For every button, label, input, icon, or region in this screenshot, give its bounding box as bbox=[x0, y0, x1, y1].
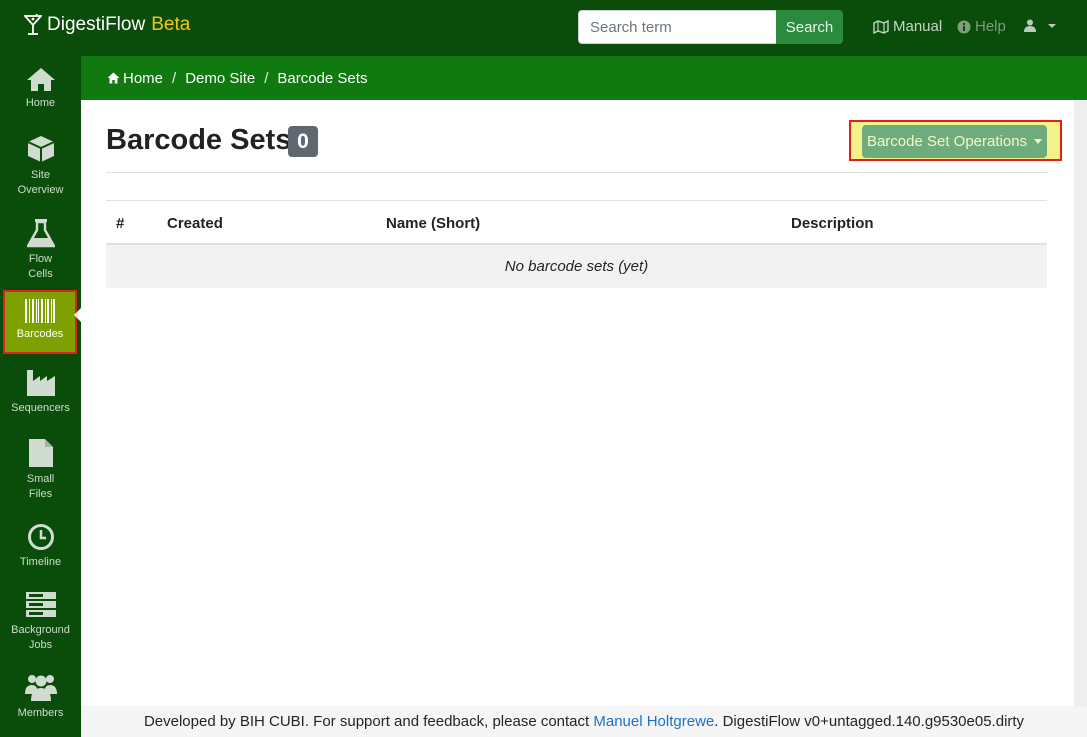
brand-beta-tag: Beta bbox=[151, 14, 191, 35]
user-menu-dropdown[interactable] bbox=[1024, 19, 1062, 32]
clock-icon bbox=[27, 524, 54, 550]
barcode-icon bbox=[25, 299, 55, 323]
sidebar-item-background-jobs[interactable]: Background Jobs bbox=[0, 591, 81, 653]
sidebar-item-members[interactable]: Members bbox=[0, 672, 81, 721]
caret-down-icon bbox=[1034, 139, 1043, 144]
heading-divider bbox=[106, 172, 1048, 173]
footer-suffix: . DigestiFlow v0+untagged.140.g9530e05.d… bbox=[714, 713, 1025, 730]
sidebar-label: Small bbox=[26, 473, 55, 485]
users-icon bbox=[24, 675, 57, 701]
search-button[interactable]: Search bbox=[776, 10, 843, 44]
sidebar-label: Barcodes bbox=[16, 328, 64, 340]
help-label: Help bbox=[975, 18, 1006, 35]
home-icon bbox=[107, 72, 120, 84]
file-icon bbox=[28, 439, 53, 467]
column-header-description[interactable]: Description bbox=[791, 215, 874, 232]
brand-name: DigestiFlow bbox=[47, 14, 146, 35]
user-icon bbox=[1024, 19, 1036, 32]
sidebar-item-flow-cells[interactable]: Flow Cells bbox=[0, 218, 81, 282]
breadcrumb-site-link[interactable]: Demo Site bbox=[185, 70, 255, 87]
sidebar-item-home[interactable]: Home bbox=[0, 66, 81, 111]
top-navbar: DigestiFlow Beta Search Manual Help bbox=[0, 0, 1087, 56]
sidebar-label: Files bbox=[28, 488, 53, 500]
home-icon bbox=[26, 68, 55, 91]
sidebar-label: Site bbox=[31, 169, 50, 181]
help-link[interactable]: Help bbox=[957, 18, 1006, 35]
operations-label: Barcode Set Operations bbox=[866, 133, 1028, 150]
sidebar: Home Site Overview Flow Cells Barcodes S… bbox=[0, 56, 82, 737]
breadcrumb-home-link[interactable]: Home bbox=[123, 70, 163, 87]
column-header-name[interactable]: Name (Short) bbox=[386, 215, 480, 232]
breadcrumb: Home / Demo Site / Barcode Sets bbox=[81, 56, 1087, 100]
map-icon bbox=[873, 19, 889, 34]
sidebar-label: Members bbox=[17, 707, 64, 719]
table-header: # Created Name (Short) Description bbox=[106, 201, 1047, 245]
count-badge: 0 bbox=[288, 126, 318, 157]
breadcrumb-current: Barcode Sets bbox=[277, 69, 368, 87]
sidebar-label: Timeline bbox=[19, 556, 62, 568]
server-icon bbox=[25, 592, 56, 617]
cube-icon bbox=[27, 136, 54, 162]
breadcrumb-separator: / bbox=[264, 69, 269, 87]
active-indicator-caret bbox=[74, 307, 82, 323]
sidebar-label: Sequencers bbox=[11, 402, 70, 414]
sidebar-item-barcodes-content: Barcodes bbox=[3, 299, 77, 342]
footer: Developed by BIH CUBI. For support and f… bbox=[81, 706, 1087, 737]
sidebar-item-sequencers[interactable]: Sequencers bbox=[0, 369, 81, 416]
page-title: Barcode Sets bbox=[106, 124, 292, 156]
search-input[interactable] bbox=[578, 10, 777, 44]
column-header-created[interactable]: Created bbox=[167, 215, 223, 232]
cocktail-icon bbox=[24, 14, 42, 35]
sidebar-label: Home bbox=[25, 97, 56, 109]
info-circle-icon bbox=[957, 20, 971, 33]
barcode-sets-table: # Created Name (Short) Description No ba… bbox=[106, 200, 1047, 288]
sidebar-item-timeline[interactable]: Timeline bbox=[0, 523, 81, 570]
chevron-down-icon bbox=[1048, 23, 1056, 28]
manual-label: Manual bbox=[893, 18, 943, 35]
flask-icon bbox=[26, 219, 55, 248]
column-header-number[interactable]: # bbox=[116, 215, 124, 232]
sidebar-label: Background bbox=[11, 624, 70, 636]
footer-contact-link[interactable]: Manuel Holtgrewe bbox=[593, 713, 714, 730]
empty-message: No barcode sets (yet) bbox=[504, 258, 649, 275]
sidebar-item-barcodes[interactable]: Barcodes bbox=[3, 290, 77, 354]
barcode-set-operations-button[interactable]: Barcode Set Operations bbox=[862, 125, 1047, 158]
manual-link[interactable]: Manual bbox=[873, 18, 942, 35]
factory-icon bbox=[26, 370, 55, 396]
sidebar-label: Flow bbox=[28, 253, 53, 265]
sidebar-label: Cells bbox=[28, 268, 53, 280]
table-empty-row: No barcode sets (yet) bbox=[106, 245, 1047, 288]
sidebar-label: Jobs bbox=[28, 639, 53, 651]
sidebar-item-small-files[interactable]: Small Files bbox=[0, 438, 81, 502]
footer-prefix: Developed by BIH CUBI. For support and f… bbox=[143, 713, 594, 730]
sidebar-label: Overview bbox=[17, 184, 64, 196]
breadcrumb-separator: / bbox=[172, 69, 177, 87]
brand-link[interactable]: DigestiFlow Beta bbox=[24, 14, 190, 36]
scrollbar-track[interactable] bbox=[1074, 100, 1087, 706]
sidebar-item-site-overview[interactable]: Site Overview bbox=[0, 134, 81, 198]
